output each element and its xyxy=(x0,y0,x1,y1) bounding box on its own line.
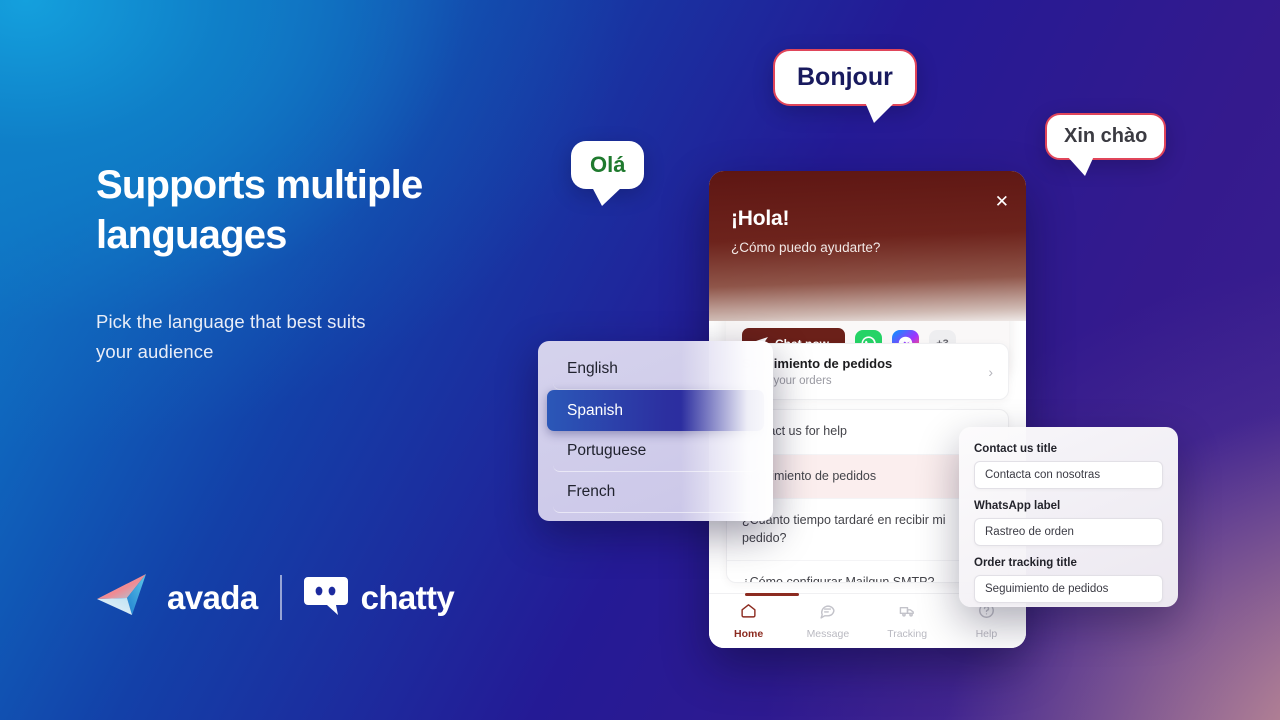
avada-logo: avada xyxy=(96,572,258,623)
message-icon xyxy=(819,602,836,624)
hero-subcopy: Pick the language that best suits your a… xyxy=(96,307,566,367)
field-label: Contact us title xyxy=(974,443,1058,455)
field-label: WhatsApp label xyxy=(974,500,1061,512)
settings-panel: Contact us title Contacta con nosotras W… xyxy=(959,427,1178,607)
language-option-spanish[interactable]: Spanish xyxy=(547,390,764,431)
page-title: Supports multiple languages xyxy=(96,160,566,261)
subcopy-line-2: your audience xyxy=(96,340,214,362)
nav-label-help: Help xyxy=(975,628,998,640)
home-icon xyxy=(740,602,757,624)
chatty-logo: chatty xyxy=(303,574,455,621)
speech-bubble-french: Bonjour xyxy=(773,49,917,123)
nav-tab-tracking[interactable]: Tracking xyxy=(868,602,947,640)
widget-subtitle: ¿Cómo puedo ayudarte? xyxy=(731,240,881,255)
nav-tab-help[interactable]: Help xyxy=(947,602,1026,640)
whatsapp-label-input[interactable]: Rastreo de orden xyxy=(974,518,1163,546)
contact-us-title-input[interactable]: Contacta con nosotras xyxy=(974,461,1163,489)
order-tracking-title-input[interactable]: Seguimiento de pedidos xyxy=(974,575,1163,603)
speech-bubble-portuguese: Olá xyxy=(571,141,645,206)
nav-label-home: Home xyxy=(734,628,764,640)
widget-greeting: ¡Hola! xyxy=(731,207,790,230)
widget-header: ✕ ¡Hola! ¿Cómo puedo ayudarte? xyxy=(709,171,1026,321)
field-whatsapp-label: WhatsApp label Rastreo de orden xyxy=(974,500,1163,546)
chevron-right-icon: › xyxy=(988,363,993,380)
headline-line-1: Supports multiple xyxy=(96,163,423,207)
language-dropdown[interactable]: English Spanish Portuguese French xyxy=(538,341,773,521)
truck-icon xyxy=(898,602,917,624)
logo-divider xyxy=(279,575,282,620)
chatty-bubble-icon xyxy=(303,574,348,621)
language-option-french[interactable]: French xyxy=(553,472,758,513)
subcopy-line-1: Pick the language that best suits xyxy=(96,310,366,332)
active-tab-indicator xyxy=(745,593,799,596)
field-contact-us-title: Contact us title Contacta con nosotras xyxy=(974,443,1163,489)
nav-label-message: Message xyxy=(806,628,850,640)
close-icon[interactable]: ✕ xyxy=(995,193,1009,210)
hero-copy: Supports multiple languages Pick the lan… xyxy=(96,160,566,367)
brand-lockup: avada chatty xyxy=(96,572,455,623)
nav-label-tracking: Tracking xyxy=(887,628,928,640)
language-option-portuguese[interactable]: Portuguese xyxy=(553,431,758,472)
language-option-english[interactable]: English xyxy=(553,349,758,390)
avada-wordmark: avada xyxy=(167,578,258,616)
field-order-tracking-title: Order tracking title Seguimiento de pedi… xyxy=(974,557,1163,603)
field-label: Order tracking title xyxy=(974,557,1077,569)
nav-tab-home[interactable]: Home xyxy=(709,602,788,640)
avada-mark-icon xyxy=(96,572,154,623)
nav-tab-message[interactable]: Message xyxy=(788,602,867,640)
chatty-wordmark: chatty xyxy=(360,578,455,616)
speech-bubble-vietnamese: Xin chào xyxy=(1045,113,1167,176)
headline-line-2: languages xyxy=(96,213,287,258)
